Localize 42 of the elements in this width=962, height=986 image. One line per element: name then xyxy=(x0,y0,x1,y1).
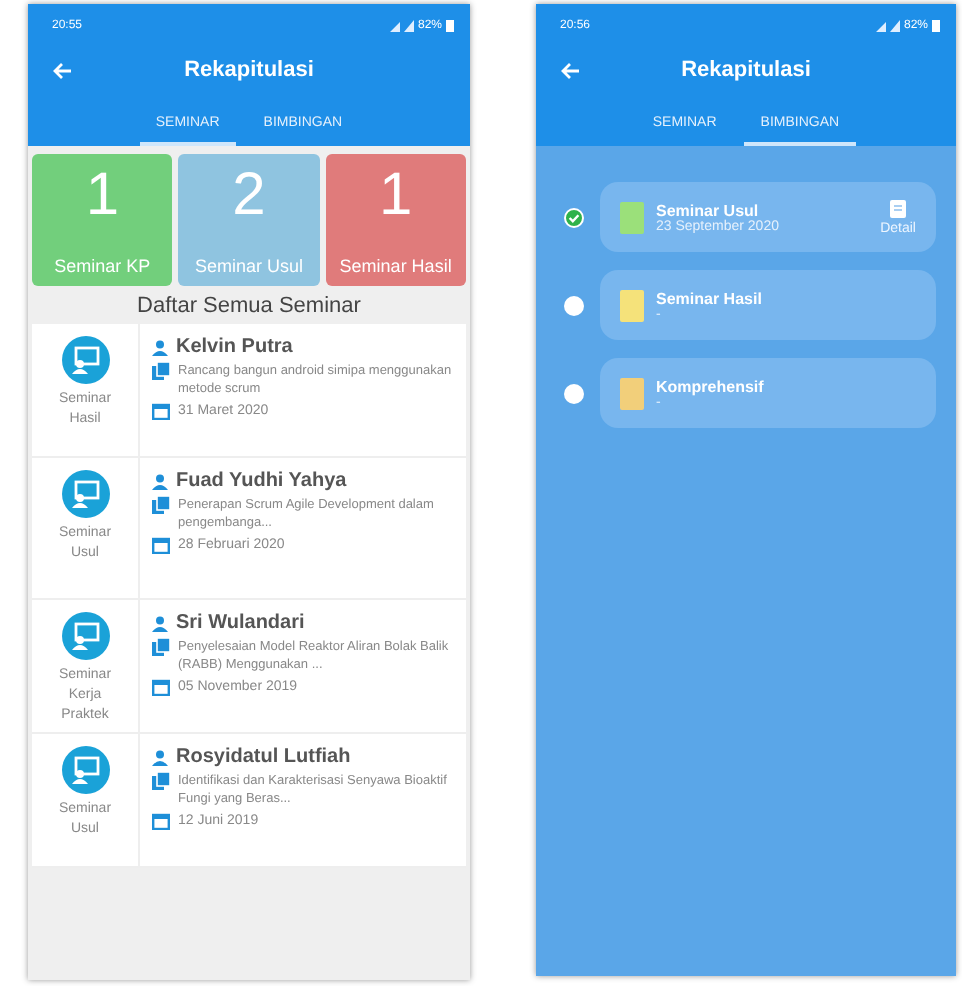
stat-card[interactable]: 2 Seminar Usul xyxy=(178,154,320,286)
presentation-icon xyxy=(61,470,109,518)
document-icon xyxy=(152,772,170,790)
stat-count: 1 xyxy=(378,162,413,230)
screen-title: Rekapitulasi xyxy=(184,58,314,82)
signal-icon xyxy=(875,20,900,32)
back-arrow-icon[interactable] xyxy=(52,61,72,79)
step-title: Seminar Usul xyxy=(656,201,761,219)
stat-count: 1 xyxy=(85,162,119,230)
step-title: Seminar Hasil xyxy=(656,289,764,307)
document-icon xyxy=(890,199,907,217)
calendar-icon xyxy=(152,678,170,696)
presentation-icon xyxy=(61,746,109,794)
person-icon xyxy=(152,615,168,631)
document-icon xyxy=(152,496,170,514)
screen-title: Rekapitulasi xyxy=(681,58,811,82)
battery-icon xyxy=(932,20,940,32)
stat-card[interactable]: 1 Seminar KP xyxy=(32,154,173,286)
stat-label: Seminar Hasil xyxy=(339,256,452,276)
student-name: Fuad Yudhi Yahya xyxy=(176,470,347,492)
document-icon xyxy=(152,638,170,656)
stat-label: Seminar Usul xyxy=(194,256,303,276)
step-title: Komprehensif xyxy=(656,377,766,395)
stat-label: Seminar KP xyxy=(54,256,151,276)
person-icon xyxy=(152,473,168,489)
calendar-icon xyxy=(152,402,170,420)
stat-count: 2 xyxy=(232,162,266,230)
presentation-icon xyxy=(61,612,109,660)
person-icon xyxy=(152,749,168,765)
signal-icon xyxy=(389,20,414,32)
person-icon xyxy=(152,339,168,355)
stat-card[interactable]: 1 Seminar Hasil xyxy=(325,154,466,286)
document-icon xyxy=(152,362,170,380)
list-header: Daftar Semua Seminar xyxy=(135,292,363,322)
battery-icon xyxy=(446,20,454,32)
calendar-icon xyxy=(152,536,170,554)
student-name: Sri Wulandari xyxy=(176,612,305,634)
back-arrow-icon[interactable] xyxy=(560,61,580,79)
presentation-icon xyxy=(61,336,109,384)
student-name: Kelvin Putra xyxy=(176,336,293,358)
student-name: Rosyidatul Lutfiah xyxy=(176,746,351,768)
calendar-icon xyxy=(152,812,170,830)
